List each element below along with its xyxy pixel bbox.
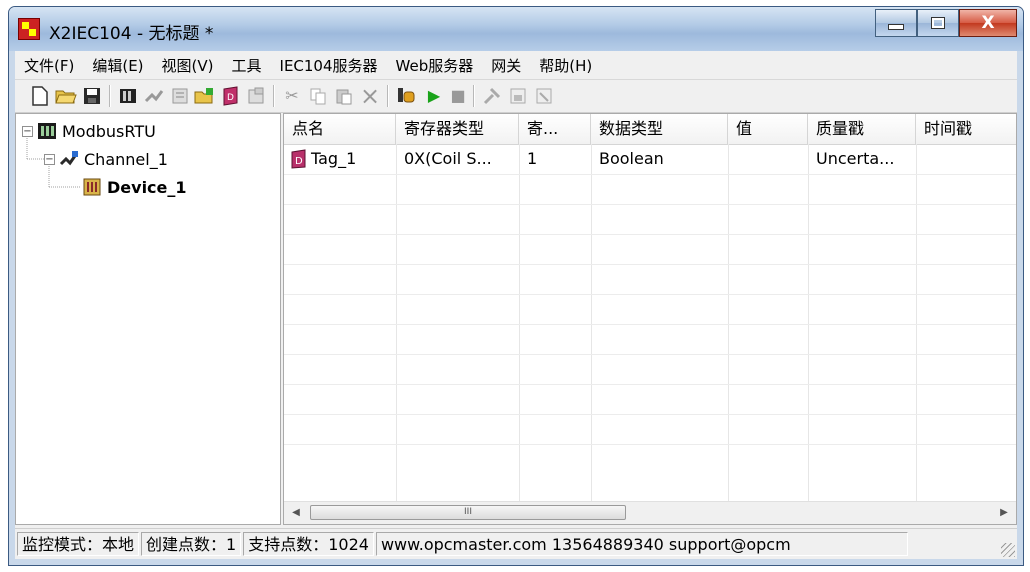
client-area: 文件(F) 编辑(E) 视图(V) 工具 IEC104服务器 Web服务器 网关… <box>15 51 1017 559</box>
scroll-left-arrow-icon[interactable]: ◀ <box>286 502 306 524</box>
cell-quality: Uncerta... <box>816 149 895 168</box>
maximize-button[interactable] <box>917 9 959 37</box>
status-supported-count: 支持点数：1024 <box>243 532 374 556</box>
new-tag-icon[interactable] <box>193 85 215 107</box>
delete-icon[interactable]: × <box>359 84 381 108</box>
load-icon[interactable] <box>507 85 529 107</box>
maximize-icon <box>931 17 945 29</box>
cell-value <box>728 144 808 174</box>
menu-iec104-server[interactable]: IEC104服务器 <box>271 55 387 76</box>
status-mode: 监控模式：本地 <box>17 532 140 556</box>
minimize-icon <box>888 24 904 30</box>
new-file-icon[interactable] <box>29 85 51 107</box>
tag-props-icon[interactable] <box>245 85 267 107</box>
window-title: X2IEC104 - 无标题 * <box>49 24 214 44</box>
col-header-quality[interactable]: 质量戳 <box>808 114 916 144</box>
col-header-timestamp[interactable]: 时间戳 <box>916 114 1016 144</box>
add-tag-icon[interactable]: D <box>219 85 241 107</box>
tree-connectors <box>26 138 80 188</box>
tree-label-channel: Channel_1 <box>84 149 168 169</box>
window-controls: X <box>875 9 1017 37</box>
tag-list[interactable]: 点名 寄存器类型 寄... 数据类型 值 质量戳 时间戳 D Tag_1 0X(… <box>283 113 1017 525</box>
tree-label-device: Device_1 <box>107 177 187 197</box>
paste-icon[interactable] <box>333 85 355 107</box>
menu-gateway[interactable]: 网关 <box>482 55 530 76</box>
tree-node-device[interactable]: Device_1 <box>82 174 187 200</box>
list-header: 点名 寄存器类型 寄... 数据类型 值 质量戳 时间戳 <box>284 114 1016 145</box>
app-icon[interactable] <box>18 18 40 40</box>
menu-file[interactable]: 文件(F) <box>15 55 83 76</box>
col-header-address[interactable]: 寄... <box>519 114 591 144</box>
menu-edit[interactable]: 编辑(E) <box>83 55 152 76</box>
cell-name: D Tag_1 <box>284 144 396 174</box>
menu-bar: 文件(F) 编辑(E) 视图(V) 工具 IEC104服务器 Web服务器 网关… <box>15 51 1017 80</box>
scroll-right-arrow-icon[interactable]: ▶ <box>994 502 1014 524</box>
tag-icon: D <box>291 149 306 169</box>
col-header-value[interactable]: 值 <box>728 114 808 144</box>
toolbar: D ✂ × ▶ ■ <box>15 80 1017 113</box>
tag-name: Tag_1 <box>311 149 357 168</box>
close-icon: X <box>981 13 995 33</box>
col-header-data-type[interactable]: 数据类型 <box>591 114 728 144</box>
add-device-icon[interactable] <box>143 85 165 107</box>
status-contact: www.opcmaster.com 13564889340 support@op… <box>375 532 908 556</box>
open-folder-icon[interactable] <box>55 85 77 107</box>
close-button[interactable]: X <box>959 9 1017 37</box>
run-icon[interactable]: ▶ <box>423 85 445 107</box>
scroll-thumb[interactable]: III <box>310 505 626 520</box>
copy-icon[interactable] <box>307 85 329 107</box>
project-tree[interactable]: − ModbusRTU − Channel_1 Device_1 <box>15 113 281 525</box>
status-bar: 监控模式：本地 创建点数：1 支持点数：1024 www.opcmaster.c… <box>15 528 1017 559</box>
menu-view[interactable]: 视图(V) <box>153 55 223 76</box>
cell-register-type: 0X(Coil S... <box>404 149 492 168</box>
menu-web-server[interactable]: Web服务器 <box>387 55 483 76</box>
horizontal-scrollbar[interactable]: ◀ III ▶ <box>284 501 1016 524</box>
col-header-name[interactable]: 点名 <box>284 114 396 144</box>
status-created-count: 创建点数：1 <box>141 532 242 556</box>
tool-icon[interactable] <box>481 85 503 107</box>
svg-text:D: D <box>227 93 234 103</box>
table-row[interactable]: D Tag_1 0X(Coil S... 1 Boolean Uncerta..… <box>284 144 1016 174</box>
save-icon[interactable] <box>81 85 103 107</box>
monitor-icon[interactable] <box>395 85 417 107</box>
device-props-icon[interactable] <box>169 85 191 107</box>
svg-text:D: D <box>295 156 303 167</box>
resize-grip-icon[interactable] <box>1001 543 1015 557</box>
cut-icon[interactable]: ✂ <box>281 85 303 107</box>
menu-tools[interactable]: 工具 <box>223 55 271 76</box>
add-channel-icon[interactable] <box>117 85 139 107</box>
col-header-register-type[interactable]: 寄存器类型 <box>396 114 519 144</box>
menu-help[interactable]: 帮助(H) <box>530 55 601 76</box>
stop-icon[interactable]: ■ <box>447 85 469 107</box>
cell-address: 1 <box>527 149 538 168</box>
cell-data-type: Boolean <box>599 149 664 168</box>
app-window: X2IEC104 - 无标题 * X 文件(F) 编辑(E) 视图(V) 工具 … <box>8 6 1024 566</box>
minimize-button[interactable] <box>875 9 917 37</box>
title-bar[interactable]: X2IEC104 - 无标题 * X <box>9 7 1023 51</box>
unload-icon[interactable] <box>533 85 555 107</box>
cell-timestamp <box>916 144 1016 174</box>
